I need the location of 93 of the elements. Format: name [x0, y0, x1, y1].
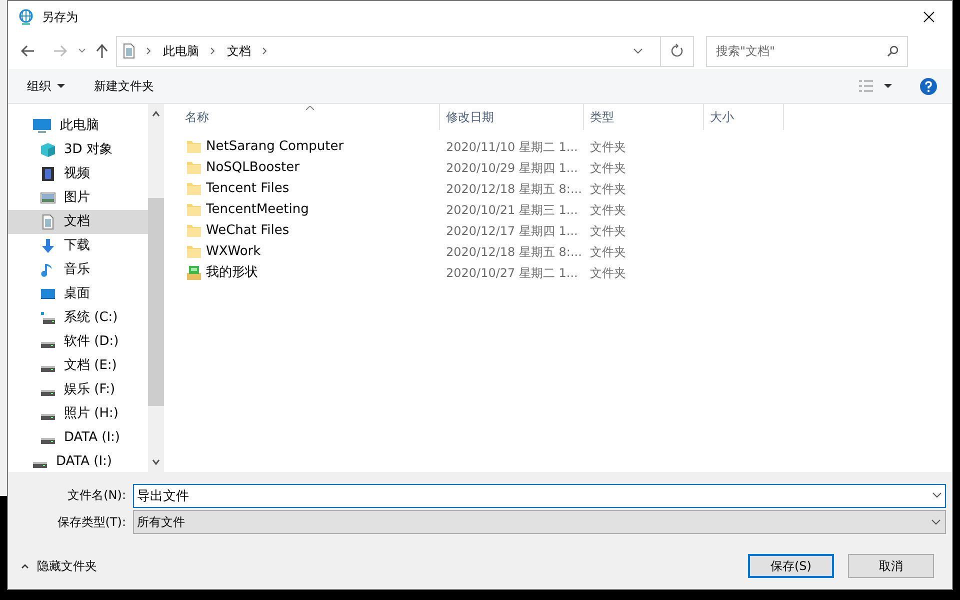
file-name[interactable]: WeChat Files	[206, 220, 290, 240]
table-cell-text: 2020/10/29 星期四 1...	[445, 160, 579, 176]
table-cell-text: 2020/11/10 星期二 1...	[445, 138, 579, 156]
caret-icon	[57, 82, 65, 90]
sidebar-item[interactable]: 照片 (H:)	[8, 402, 148, 426]
drive-icon	[40, 390, 56, 396]
file-name[interactable]: 我的形状	[206, 262, 258, 282]
chevron-icon	[261, 47, 269, 55]
chevron-icon	[209, 47, 217, 55]
table-cell-text: 2020/12/18 星期五 8:...	[445, 180, 583, 198]
file-name[interactable]: Tencent Files	[206, 178, 290, 198]
up-arrow-icon[interactable]	[94, 43, 110, 59]
scrollbar[interactable]	[148, 104, 164, 472]
refresh-icon[interactable]	[669, 43, 685, 59]
table-cell-text: 文件夹	[589, 202, 627, 218]
sidebar-item[interactable]: 系统 (C:)	[8, 306, 148, 330]
hide-folders-toggle[interactable]: 隐藏文件夹	[21, 557, 97, 575]
chevron-up-icon	[21, 562, 29, 570]
drive-icon	[40, 414, 56, 420]
table-cell-text: 2020/12/18 星期五 8:...	[445, 244, 583, 260]
globe-icon	[18, 9, 34, 25]
search-field[interactable]: 搜索"文档"	[706, 36, 908, 66]
file-name[interactable]: NetSarang Computer	[206, 136, 344, 156]
sidebar-item[interactable]: 音乐	[8, 258, 148, 282]
help-icon[interactable]	[920, 78, 937, 94]
folder-icon	[186, 138, 202, 154]
field-label: 文件名(N):	[66, 487, 127, 504]
table-cell-text: 2020/10/21 星期三 1...	[445, 202, 579, 218]
folder-icon	[186, 244, 202, 260]
sidebar-item[interactable]: 桌面	[8, 282, 148, 306]
close-icon	[923, 11, 935, 23]
film-icon	[40, 166, 56, 182]
save-button[interactable]: 保存(S)	[748, 554, 834, 578]
sidebar-item[interactable]: DATA (I:)	[8, 426, 148, 450]
computer-icon	[32, 118, 52, 134]
column-header[interactable]: 大小	[704, 104, 784, 130]
column-header[interactable]: 修改日期	[440, 104, 584, 130]
table-cell-text: 文件夹	[589, 160, 627, 176]
address-bar[interactable]: 此电脑 文档	[116, 36, 694, 66]
folder-icon	[186, 180, 202, 196]
sidebar-item[interactable]: 下载	[8, 234, 148, 258]
sidebar-item[interactable]: 软件 (D:)	[8, 330, 148, 354]
table-cell-text: 文件夹	[589, 180, 627, 198]
file-name[interactable]: NoSQLBooster	[206, 158, 300, 178]
sidebar-item[interactable]: 此电脑	[8, 114, 148, 138]
down-arrow-icon	[40, 238, 56, 254]
table-cell-text: 2020/12/17 星期四 1...	[445, 222, 579, 240]
window-title: 另存为	[42, 9, 78, 26]
file-type-select[interactable]: 所有文件	[133, 510, 946, 534]
shapes-icon	[186, 264, 202, 280]
sidebar-item[interactable]: 娱乐 (F:)	[8, 378, 148, 402]
sidebar-item[interactable]: 3D 对象	[8, 138, 148, 162]
search-icon	[887, 44, 899, 56]
drive-icon	[40, 366, 56, 372]
drive-icon	[40, 438, 56, 444]
folder-icon	[186, 222, 202, 238]
system-drive-icon	[40, 310, 56, 326]
document-icon	[121, 43, 137, 59]
chevron-icon	[145, 47, 153, 55]
drive-icon	[40, 342, 56, 348]
table-cell-text: 文件夹	[589, 222, 627, 240]
filename-field[interactable]: 导出文件	[133, 484, 946, 508]
table-cell-text: 文件夹	[589, 264, 627, 282]
sidebar-item[interactable]: DATA (I:)	[8, 450, 148, 472]
column-header[interactable]: 名称	[164, 104, 440, 130]
table-cell-text: 文件夹	[589, 244, 627, 260]
file-name[interactable]: TencentMeeting	[206, 200, 309, 220]
folder-icon	[186, 202, 202, 218]
picture-icon	[40, 190, 56, 206]
drive-icon	[32, 462, 48, 468]
desktop-icon	[40, 286, 56, 302]
sidebar-item[interactable]: 视频	[8, 162, 148, 186]
document-icon	[40, 214, 56, 230]
cube-icon	[40, 142, 56, 158]
file-name[interactable]: WXWork	[206, 242, 261, 262]
sidebar-item[interactable]: 文档 (E:)	[8, 354, 148, 378]
cancel-button[interactable]: 取消	[848, 554, 934, 578]
caret-icon[interactable]	[884, 82, 892, 90]
folder-icon	[186, 160, 202, 176]
back-icon[interactable]	[20, 43, 36, 59]
view-icon[interactable]	[858, 78, 874, 94]
breadcrumb-item[interactable]: 此电脑	[163, 42, 199, 60]
field-label: 保存类型(T):	[56, 514, 127, 531]
scroll-down-icon[interactable]	[152, 458, 160, 466]
new-folder-button[interactable]: 新建文件夹	[94, 77, 154, 95]
sidebar-item[interactable]: 文档	[8, 210, 148, 234]
breadcrumb-item[interactable]: 文档	[227, 42, 251, 60]
scroll-up-icon[interactable]	[152, 110, 160, 118]
table-cell-text: 2020/10/27 星期二 1...	[445, 264, 579, 282]
organize-menu[interactable]: 组织	[27, 77, 65, 95]
sidebar-item[interactable]: 图片	[8, 186, 148, 210]
column-header[interactable]: 类型	[584, 104, 704, 130]
table-cell-text: 文件夹	[589, 138, 627, 156]
